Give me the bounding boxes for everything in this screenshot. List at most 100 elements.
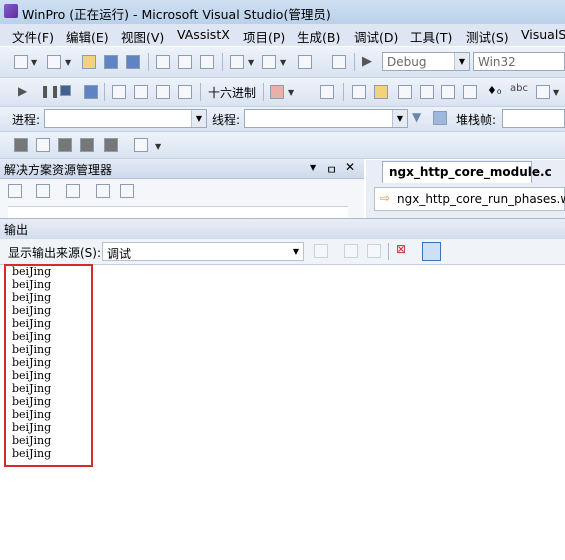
- toggle-word-wrap-icon[interactable]: [422, 242, 441, 261]
- toolbar-options-icon[interactable]: [320, 85, 334, 99]
- menu-edit[interactable]: 编辑(E): [66, 27, 109, 46]
- clear-all-icon[interactable]: ⊠: [396, 242, 406, 256]
- output-toolbar: 显示输出来源(S): 调试 ▼ ⊠: [0, 239, 565, 265]
- toolbar-separator: [354, 53, 355, 71]
- clean-icon[interactable]: [80, 138, 94, 152]
- chevron-down-icon[interactable]: ▼: [31, 58, 37, 67]
- navigate-backward-icon[interactable]: [298, 55, 312, 69]
- chevron-down-icon: ▼: [454, 53, 469, 70]
- chevron-down-icon[interactable]: ▼: [155, 142, 161, 151]
- menu-project[interactable]: 项目(P): [243, 27, 285, 46]
- find-references-icon[interactable]: [420, 85, 434, 99]
- paste-icon[interactable]: [200, 55, 214, 69]
- build-toolbar: ▼: [0, 132, 565, 159]
- output-source-label: 显示输出来源(S):: [8, 246, 102, 260]
- standard-toolbar: ▼ ▼ ▼ ▼ ▶ Debug ▼ Win32: [0, 47, 565, 78]
- chevron-down-icon[interactable]: ▼: [248, 58, 254, 67]
- filter-icon[interactable]: ▼: [412, 110, 421, 124]
- chevron-down-icon: ▼: [289, 243, 303, 260]
- restart-icon[interactable]: [84, 85, 98, 99]
- properties-icon[interactable]: [8, 184, 22, 198]
- chevron-down-icon: ▼: [392, 110, 407, 127]
- insert-icon[interactable]: [463, 85, 477, 99]
- redo-icon[interactable]: [262, 55, 276, 69]
- output-source-select[interactable]: 调试 ▼: [102, 242, 304, 261]
- process-select[interactable]: ▼: [44, 109, 207, 128]
- process-label: 进程:: [12, 113, 41, 127]
- cut-icon[interactable]: [156, 55, 170, 69]
- pin-icon[interactable]: ㅁ: [326, 161, 337, 178]
- batch-build-icon[interactable]: [134, 138, 148, 152]
- hexadecimal-display-button[interactable]: 十六进制: [208, 84, 256, 101]
- menu-vassistx[interactable]: VAssistX: [177, 27, 230, 42]
- view-code-icon[interactable]: [96, 184, 110, 198]
- platform-select[interactable]: Win32: [473, 52, 565, 71]
- refresh-icon[interactable]: [66, 184, 80, 198]
- class-diagram-icon[interactable]: [120, 184, 134, 198]
- stack-frame-select[interactable]: [502, 109, 565, 128]
- previous-message-icon[interactable]: [344, 244, 358, 258]
- copy-icon[interactable]: [178, 55, 192, 69]
- stack-frame-label: 堆栈帧:: [456, 113, 497, 127]
- close-icon[interactable]: ✕: [345, 160, 355, 174]
- show-next-statement-icon[interactable]: [112, 85, 126, 99]
- stop-debugging-icon[interactable]: [60, 85, 71, 96]
- code-snippet-icon[interactable]: ♦₀: [487, 84, 501, 97]
- navigate-forward-icon[interactable]: [332, 55, 346, 69]
- thread-select[interactable]: ▼: [244, 109, 408, 128]
- rebuild-icon[interactable]: [58, 138, 72, 152]
- panel-menu-icon[interactable]: ▼: [310, 163, 316, 172]
- method-icon: ⇨: [380, 191, 391, 205]
- highlight-box: [4, 264, 93, 467]
- window-title: WinPro (正在运行) - Microsoft Visual Studio(…: [22, 7, 331, 22]
- menu-test[interactable]: 测试(S): [466, 27, 509, 46]
- menu-visualsvn[interactable]: VisualSV: [521, 27, 565, 42]
- build-icon[interactable]: [14, 138, 28, 152]
- menu-file[interactable]: 文件(F): [12, 27, 54, 46]
- continue-icon[interactable]: ▶: [18, 84, 27, 98]
- chevron-down-icon[interactable]: ▼: [65, 58, 71, 67]
- toolbar-separator: [222, 53, 223, 71]
- toolbar-separator: [148, 53, 149, 71]
- save-icon[interactable]: [104, 55, 118, 69]
- next-message-icon[interactable]: [367, 244, 381, 258]
- open-file-icon[interactable]: [82, 55, 96, 69]
- show-all-files-icon[interactable]: [36, 184, 50, 198]
- step-out-icon[interactable]: [178, 85, 192, 99]
- find-symbol-icon[interactable]: [398, 85, 412, 99]
- solution-explorer-header: 解决方案资源管理器 ▼ ㅁ ✕: [0, 159, 364, 179]
- cancel-build-icon[interactable]: [104, 138, 118, 152]
- tab-ngx-http-core-module[interactable]: ngx_http_core_module.c: [382, 161, 552, 183]
- clipboard-icon[interactable]: [536, 85, 550, 99]
- save-all-icon[interactable]: [126, 55, 140, 69]
- spell-check-icon[interactable]: abc: [510, 83, 528, 94]
- flag-filter-icon[interactable]: [433, 111, 447, 125]
- menu-debug[interactable]: 调试(D): [354, 27, 398, 46]
- chevron-down-icon[interactable]: ▼: [280, 58, 286, 67]
- chevron-down-icon[interactable]: ▼: [553, 88, 559, 97]
- function-navigation-bar[interactable]: ⇨ ngx_http_core_run_phases.wh: [374, 187, 565, 211]
- add-item-icon[interactable]: [47, 55, 61, 69]
- step-over-icon[interactable]: [156, 85, 170, 99]
- new-project-icon[interactable]: [14, 55, 28, 69]
- solution-explorer-title: 解决方案资源管理器: [4, 163, 113, 177]
- step-into-icon[interactable]: [134, 85, 148, 99]
- undo-icon[interactable]: [230, 55, 244, 69]
- menu-tools[interactable]: 工具(T): [410, 27, 452, 46]
- toolbar-separator: [388, 243, 389, 260]
- menu-build[interactable]: 生成(B): [297, 27, 340, 46]
- menu-view[interactable]: 视图(V): [121, 27, 164, 46]
- breakpoints-icon[interactable]: [270, 85, 284, 99]
- debug-location-toolbar: 进程: ▼ 线程: ▼ ▼ 堆栈帧:: [0, 107, 565, 132]
- toolbar-separator: [104, 83, 105, 101]
- build-solution-icon[interactable]: [36, 138, 50, 152]
- configuration-select[interactable]: Debug ▼: [382, 52, 470, 71]
- start-debugging-icon[interactable]: ▶: [362, 54, 372, 69]
- open-folder-icon[interactable]: [374, 85, 388, 99]
- break-all-icon[interactable]: ❚❚: [40, 84, 60, 98]
- goto-icon[interactable]: [441, 85, 455, 99]
- chevron-down-icon[interactable]: ▼: [288, 88, 294, 97]
- visual-studio-icon: [4, 4, 18, 18]
- checkbox-icon[interactable]: [352, 85, 366, 99]
- find-message-icon[interactable]: [314, 244, 328, 258]
